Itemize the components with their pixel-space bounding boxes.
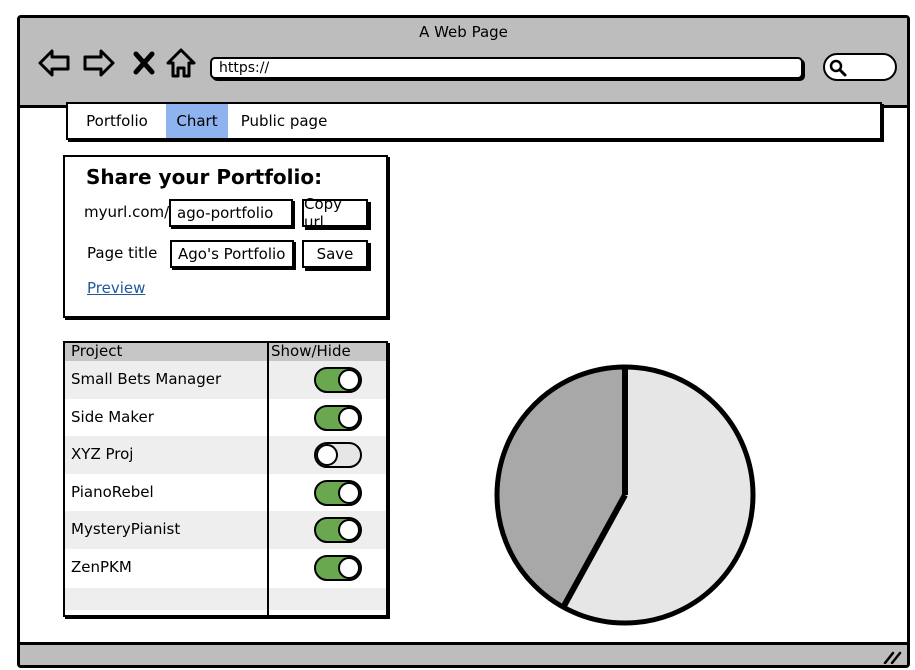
- share-portfolio-panel: Share your Portfolio: myurl.com/ ago-por…: [63, 155, 388, 318]
- toggle-knob: [338, 519, 360, 541]
- show-hide-toggle[interactable]: [314, 554, 362, 581]
- close-x-icon[interactable]: [127, 46, 161, 80]
- project-name: Small Bets Manager: [71, 370, 222, 388]
- page-title-input[interactable]: Ago's Portfolio: [170, 240, 294, 268]
- share-title: Share your Portfolio:: [86, 165, 323, 189]
- project-name: ZenPKM: [71, 557, 132, 576]
- project-name: Side Maker: [71, 407, 154, 426]
- toggle-knob: [338, 369, 360, 391]
- browser-search-button[interactable]: [823, 53, 897, 81]
- column-header-show-hide: Show/Hide: [271, 342, 351, 360]
- table-header: Project Show/Hide: [65, 343, 386, 361]
- show-hide-toggle[interactable]: [314, 479, 362, 506]
- projects-table: Project Show/Hide Small Bets Manager Side…: [63, 341, 388, 617]
- resize-grip-icon[interactable]: [881, 650, 903, 664]
- table-row: Side Maker: [65, 399, 386, 437]
- page-title-label: Page title: [87, 244, 158, 262]
- pie-chart: [494, 364, 756, 626]
- url-prefix-label: myurl.com/: [84, 203, 170, 221]
- column-divider: [267, 343, 269, 615]
- search-icon: [829, 59, 847, 77]
- column-header-project: Project: [71, 342, 123, 360]
- toggle-knob: [338, 406, 360, 429]
- toggle-knob: [316, 444, 338, 466]
- show-hide-toggle[interactable]: [314, 367, 362, 393]
- table-row: PianoRebel: [65, 474, 386, 512]
- browser-toolbar: A Web Page https://: [20, 18, 907, 108]
- window-title: A Web Page: [419, 23, 508, 41]
- portfolio-slug-input[interactable]: ago-portfolio: [169, 199, 293, 227]
- save-button[interactable]: Save: [302, 240, 368, 268]
- copy-url-button[interactable]: Copy url: [302, 195, 368, 231]
- toggle-knob: [338, 556, 360, 579]
- tab-bar: Portfolio Chart Public page: [66, 102, 882, 140]
- tab-portfolio[interactable]: Portfolio: [68, 104, 166, 138]
- tab-public-page[interactable]: Public page: [228, 104, 340, 138]
- show-hide-toggle[interactable]: [314, 517, 362, 543]
- home-icon[interactable]: [164, 46, 198, 80]
- toggle-knob: [338, 481, 360, 504]
- forward-arrow-icon[interactable]: [82, 46, 116, 80]
- table-empty-row: [65, 588, 386, 610]
- table-row: ZenPKM: [65, 549, 386, 587]
- table-row: Small Bets Manager: [65, 361, 386, 399]
- table-row: XYZ Proj: [65, 436, 386, 474]
- project-name: XYZ Proj: [71, 445, 134, 463]
- show-hide-toggle[interactable]: [314, 442, 362, 468]
- preview-link[interactable]: Preview: [87, 279, 145, 297]
- back-arrow-icon[interactable]: [37, 46, 71, 80]
- project-name: MysteryPianist: [71, 520, 181, 538]
- project-name: PianoRebel: [71, 482, 154, 501]
- browser-window: A Web Page https:// Portfolio Chart Publ…: [17, 15, 910, 668]
- status-bar: [20, 642, 907, 665]
- table-row: MysteryPianist: [65, 511, 386, 549]
- tab-chart[interactable]: Chart: [166, 104, 228, 138]
- show-hide-toggle[interactable]: [314, 404, 362, 431]
- url-input[interactable]: https://: [210, 57, 803, 79]
